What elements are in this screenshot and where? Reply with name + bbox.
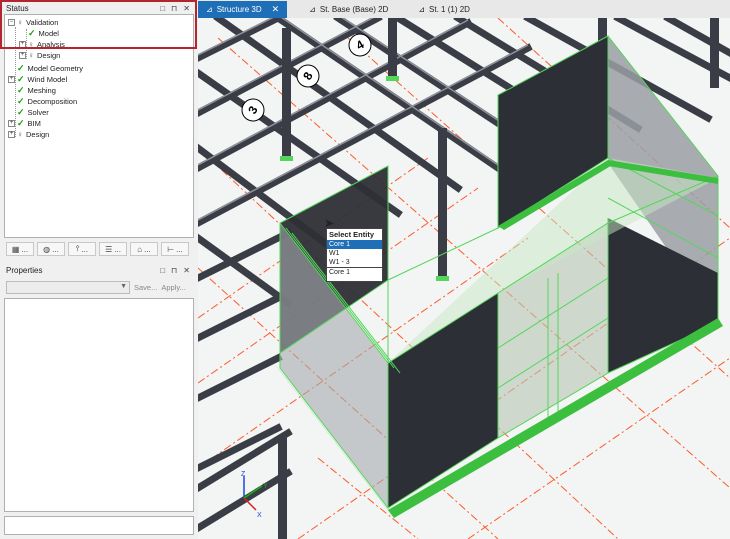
mouse-cursor-icon: ➤ [324,216,335,230]
grid-icon: ▦ [11,244,20,254]
properties-description [4,516,194,535]
tab-label: Structure 3D [216,5,262,14]
check-icon: ✓ [17,85,25,95]
toolbar-button-globe[interactable]: ◍... [37,242,65,256]
chevron-down-icon: ▼ [120,282,127,290]
properties-panel-title: Properties [6,265,43,275]
more-icon: ... [114,244,121,254]
globe-icon: ◍ [43,244,51,254]
select-entity-footer: Core 1 [327,267,382,277]
more-icon: ... [176,244,183,254]
structure-3d-viewport[interactable]: 4 8 3 Z Y X [198,18,730,539]
toolbar-button-grid[interactable]: ▦... [6,242,34,256]
grid-bubble-4: 4 [348,33,372,57]
entity-option-w1[interactable]: W1 [327,249,382,258]
highlight-box [0,0,197,49]
tree-item-design[interactable]: + ♀ Design [19,50,60,61]
tree-item-label: Design [37,51,61,60]
tree-item-decomposition[interactable]: ✓ Decomposition [8,96,77,107]
tree-item-solver[interactable]: ✓ Solver [8,107,49,118]
toolbar-button-levels[interactable]: ☰... [99,242,127,256]
pin-icon: ♀ [17,130,23,139]
check-icon: ✓ [17,96,25,106]
tree-item-bim[interactable]: + ✓ BIM [8,118,41,129]
tree-item-wind-model[interactable]: + ✓ Wind Model [8,74,67,85]
expand-icon[interactable]: + [19,52,26,59]
more-icon: ... [144,244,151,254]
check-icon: ✓ [17,63,25,73]
tab-label: St. 1 (1) 2D [429,5,470,14]
check-icon: ✓ [17,74,25,84]
building-icon: ⌂ [137,244,143,254]
tree-item-label: Solver [27,108,49,117]
more-icon: ... [52,244,59,254]
tree-item-label: BIM [27,119,41,128]
more-icon: ... [21,244,29,254]
view-type-icon: ⊿ [418,5,426,14]
axis-label-y: Y [263,483,268,490]
close-icon[interactable]: ✕ [183,266,190,275]
grid-bubble-8: 8 [296,64,320,88]
tree-item-model-geometry[interactable]: ✓ Model Geometry [8,63,83,74]
properties-actions: ▼ Save... Apply... [6,280,194,294]
select-entity-popup: Select Entity Core 1 W1 W1 - 3 Core 1 [326,228,383,282]
tab-structure-3d[interactable]: ⊿ Structure 3D ✕ [198,1,288,18]
axis-icon: ⊢ [167,244,175,254]
view-type-icon: ⊿ [206,5,213,14]
toolbar-button-building[interactable]: ⌂... [130,242,158,256]
tree-item-design[interactable]: + ♀ Design [8,129,49,140]
left-panel: Status □ ⊓ ✕ − ♀ Validation ✓ Model + ♀ Analysi… [0,0,198,539]
expand-icon[interactable]: + [8,120,15,127]
toolbar-button-load[interactable]: ⫯... [68,242,96,256]
grid-bubble-3: 3 [241,98,265,122]
save-button[interactable]: Save... [134,283,157,292]
axis-label-x: X [257,512,262,519]
select-entity-title: Select Entity [329,230,375,239]
tree-item-meshing[interactable]: ✓ Meshing [8,85,56,96]
view-tabs: ⊿ Structure 3D ✕ ⊿ St. Base (Base) 2D ⊿ St. 1 … [198,0,730,18]
pin-icon: ♀ [28,51,34,60]
levels-icon: ☰ [105,244,113,254]
tree-item-label: Wind Model [27,75,68,84]
properties-body [4,298,194,512]
properties-panel-header: Properties □ ⊓ ✕ [2,263,194,277]
pin-panel-icon[interactable]: ⊓ [171,266,177,275]
tab-st-1-1-2d[interactable]: ⊿ St. 1 (1) 2D [410,1,478,18]
entity-option-core-1[interactable]: Core 1 [327,240,382,249]
tree-item-label: Meshing [27,86,56,95]
close-icon[interactable]: ✕ [272,4,280,15]
entity-option-w1-3[interactable]: W1 - 3 [327,258,382,267]
expand-icon[interactable]: + [8,76,15,83]
status-toolbar: ▦... ◍... ⫯... ☰... ⌂... ⊢... [4,240,194,258]
more-icon: ... [81,244,89,254]
load-icon: ⫯ [75,244,80,253]
view-type-icon: ⊿ [309,5,316,14]
structure-3d-canvas: 4 8 3 Z Y X [198,18,730,539]
tab-label: St. Base (Base) 2D [319,5,389,14]
properties-dropdown[interactable]: ▼ [6,280,130,294]
tree-item-label: Decomposition [27,97,78,106]
expand-icon[interactable]: + [8,131,15,138]
check-icon: ✓ [17,118,25,128]
check-icon: ✓ [17,107,25,117]
tab-st-base-base-2d[interactable]: ⊿ St. Base (Base) 2D [301,1,396,18]
maximize-icon[interactable]: □ [160,266,165,275]
tree-item-label: Design [26,130,50,139]
toolbar-button-axis[interactable]: ⊢... [161,242,189,256]
tree-item-label: Model Geometry [27,64,83,73]
axis-label-z: Z [241,471,246,478]
apply-button[interactable]: Apply... [161,283,185,292]
